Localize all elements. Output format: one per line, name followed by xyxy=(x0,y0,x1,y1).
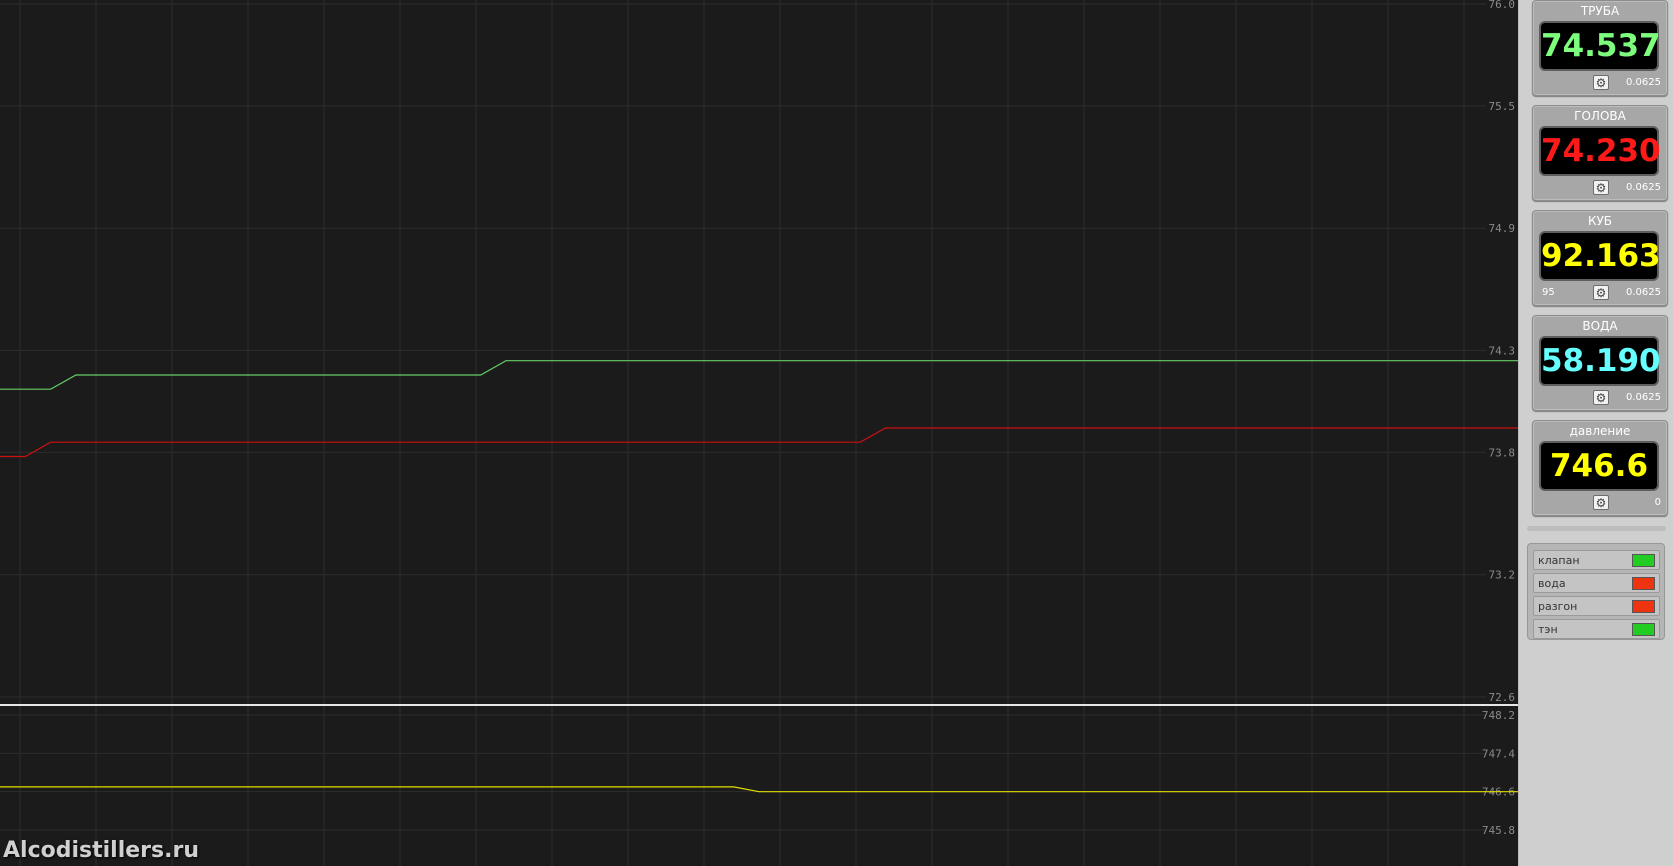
sensor-title: давление xyxy=(1569,424,1631,438)
chart-area: 76.0 75.5 74.9 74.3 73.8 73.2 72.6 748.2 747.4 74… xyxy=(0,0,1518,866)
sensor-value: 58.190 xyxy=(1539,336,1661,386)
gear-icon[interactable]: ⚙ xyxy=(1593,285,1609,300)
y-tick-label: 72.6 xyxy=(1489,691,1516,704)
sensor-step: 0 xyxy=(1654,497,1661,508)
status-label: вода xyxy=(1538,577,1566,590)
status-label: разгон xyxy=(1538,600,1578,613)
sensor-card-kub: КУБ 92.163 95 ⚙ 0.0625 xyxy=(1532,210,1668,306)
y-tick-label: 73.8 xyxy=(1489,446,1516,459)
sensor-value: 746.6 xyxy=(1539,441,1659,491)
sensor-title: КУБ xyxy=(1587,214,1613,228)
series-line-1-0 xyxy=(0,786,1518,793)
sensor-value: 92.163 xyxy=(1539,231,1661,281)
y-tick-label: 748.2 xyxy=(1482,709,1515,722)
status-row-klapan: клапан xyxy=(1533,550,1660,570)
series-line-0-0 xyxy=(0,360,1518,390)
gear-icon[interactable]: ⚙ xyxy=(1593,390,1609,405)
status-indicator xyxy=(1632,623,1655,636)
sensor-step: 0.0625 xyxy=(1626,392,1661,403)
sensor-value: 74.537 xyxy=(1539,21,1661,71)
sidebar-divider xyxy=(1527,526,1666,531)
status-row-voda: вода xyxy=(1533,573,1660,593)
y-tick-label: 745.8 xyxy=(1482,824,1515,837)
sensor-step: 0.0625 xyxy=(1626,287,1661,298)
sensor-card-davlenie: давление 746.6 ⚙ 0 xyxy=(1532,420,1668,516)
sensor-title: ГОЛОВА xyxy=(1574,109,1626,123)
y-tick-label: 74.3 xyxy=(1489,345,1516,358)
sensor-value: 74.230 xyxy=(1539,126,1661,176)
gear-icon[interactable]: ⚙ xyxy=(1593,495,1609,510)
sensor-card-golova: ГОЛОВА 74.230 ⚙ 0.0625 xyxy=(1532,105,1668,201)
sensor-title: ВОДА xyxy=(1582,319,1618,333)
sensor-extra: 95 xyxy=(1542,287,1555,298)
status-row-ten: тэн xyxy=(1533,619,1660,639)
sensor-title: ТРУБА xyxy=(1580,4,1620,18)
sensor-card-voda: ВОДА 58.190 ⚙ 0.0625 xyxy=(1532,315,1668,411)
gear-icon[interactable]: ⚙ xyxy=(1593,75,1609,90)
y-tick-label: 75.5 xyxy=(1489,100,1516,113)
status-label: тэн xyxy=(1538,623,1558,636)
status-indicator xyxy=(1632,577,1655,590)
sensor-step: 0.0625 xyxy=(1626,77,1661,88)
gear-icon[interactable]: ⚙ xyxy=(1593,180,1609,195)
y-tick-label: 74.9 xyxy=(1489,222,1516,235)
sensor-step: 0.0625 xyxy=(1626,182,1661,193)
status-panel: клапан вода разгон тэн xyxy=(1527,543,1665,640)
status-row-razgon: разгон xyxy=(1533,596,1660,616)
y-tick-label: 73.2 xyxy=(1489,569,1516,582)
sensor-sidebar: ТРУБА 74.537 ⚙ 0.0625 ГОЛОВА 74.230 ⚙ 0.… xyxy=(1518,0,1673,866)
charts-svg: 76.0 75.5 74.9 74.3 73.8 73.2 72.6 748.2 747.4 74… xyxy=(0,0,1518,866)
status-indicator xyxy=(1632,554,1655,567)
watermark-text: Alcodistillers.ru xyxy=(3,838,199,863)
status-indicator xyxy=(1632,600,1655,613)
y-tick-label: 76.0 xyxy=(1489,0,1516,11)
status-label: клапан xyxy=(1538,554,1580,567)
y-tick-label: 747.4 xyxy=(1482,747,1515,760)
sensor-card-truba: ТРУБА 74.537 ⚙ 0.0625 xyxy=(1532,0,1668,96)
